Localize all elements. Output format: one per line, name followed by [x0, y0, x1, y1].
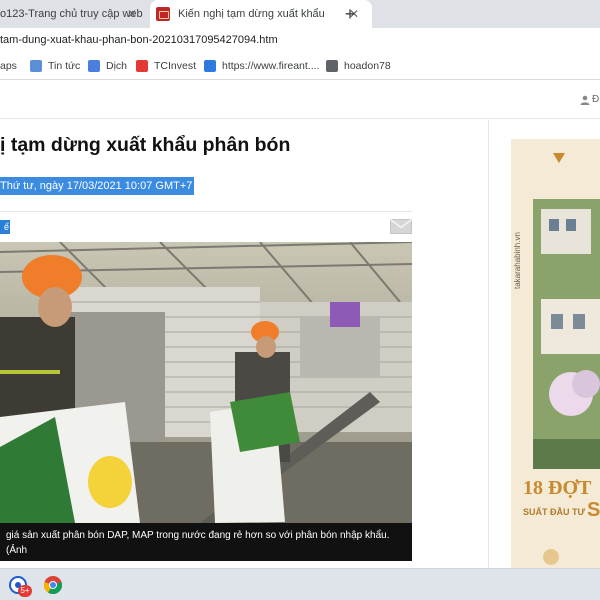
bookmarks-bar: aps Tin tức Dịch TCInvest https://www.fi…	[0, 54, 600, 80]
fireant-icon	[204, 60, 216, 72]
taskbar-chrome-button[interactable]	[38, 571, 68, 599]
category-tag[interactable]: ể	[0, 220, 10, 234]
bookmark-label: aps	[0, 60, 17, 72]
advertisement-banner[interactable]: takarahabinh.vn 18 ĐỢT SUẤT ĐẦU TƯ S	[511, 139, 600, 569]
tab-inactive[interactable]: o123-Trang chủ truy cập web ✕	[0, 0, 148, 28]
hoadon-icon	[326, 60, 338, 72]
chrome-icon	[43, 576, 63, 595]
bookmark-label: hoadon78	[344, 60, 391, 72]
url-text[interactable]: tam-dung-xuat-khau-phan-bon-202103170954…	[0, 34, 278, 46]
bookmark-translate[interactable]: Dịch	[88, 60, 127, 72]
tab-active[interactable]: Kiến nghị tạm dừng xuất khẩu ph ✕	[150, 0, 372, 28]
photo-caption: giá sản xuất phân bón DAP, MAP trong nướ…	[0, 523, 412, 561]
article-dateline: Thứ tư, ngày 17/03/2021 10:07 GMT+7	[0, 177, 195, 195]
ad-subtext: SUẤT ĐẦU TƯ	[523, 507, 585, 517]
new-tab-button[interactable]: +	[340, 4, 360, 24]
bookmark-news[interactable]: Tin tức	[30, 60, 80, 72]
bookmark-tcinvest[interactable]: TCInvest	[136, 60, 196, 72]
translate-icon	[88, 60, 100, 72]
ad-headline: 18 ĐỢT	[523, 477, 592, 499]
divider	[0, 211, 412, 212]
bookmark-label: https://www.fireant....	[222, 60, 320, 72]
bookmark-label: TCInvest	[154, 60, 197, 72]
mail-icon[interactable]	[390, 219, 412, 234]
ad-letter: S	[587, 499, 600, 521]
article-headline: ị tạm dừng xuất khẩu phân bón	[0, 134, 291, 156]
news-icon	[30, 60, 42, 72]
site-header: Đ	[0, 81, 600, 119]
bookmark-label: Dịch	[106, 60, 128, 72]
article-photo	[0, 242, 412, 523]
bookmark-fireant[interactable]: https://www.fireant....	[204, 60, 319, 72]
address-bar[interactable]: tam-dung-xuat-khau-phan-bon-202103170954…	[0, 28, 600, 54]
bookmark-apps[interactable]: aps	[0, 60, 17, 72]
os-taskbar: 5+	[0, 568, 600, 600]
tab-title: Kiến nghị tạm dừng xuất khẩu ph	[178, 8, 328, 20]
tab-strip: o123-Trang chủ truy cập web ✕ Kiến nghị …	[0, 0, 600, 28]
tcinvest-icon	[136, 60, 148, 72]
bookmark-hoadon[interactable]: hoadon78	[326, 60, 391, 72]
ad-website-text: takarahabinh.vn	[513, 232, 522, 289]
taskbar-app-button[interactable]: 5+	[4, 571, 34, 599]
login-link[interactable]: Đ	[592, 94, 599, 105]
browser-window: o123-Trang chủ truy cập web ✕ Kiến nghị …	[0, 0, 600, 600]
close-icon[interactable]: ✕	[124, 6, 140, 22]
tab-title: o123-Trang chủ truy cập web	[0, 8, 143, 20]
bookmark-label: Tin tức	[48, 60, 81, 72]
notification-badge: 5+	[18, 585, 32, 597]
site-favicon-icon	[156, 7, 170, 21]
user-icon[interactable]	[580, 95, 590, 105]
column-divider	[488, 120, 489, 568]
